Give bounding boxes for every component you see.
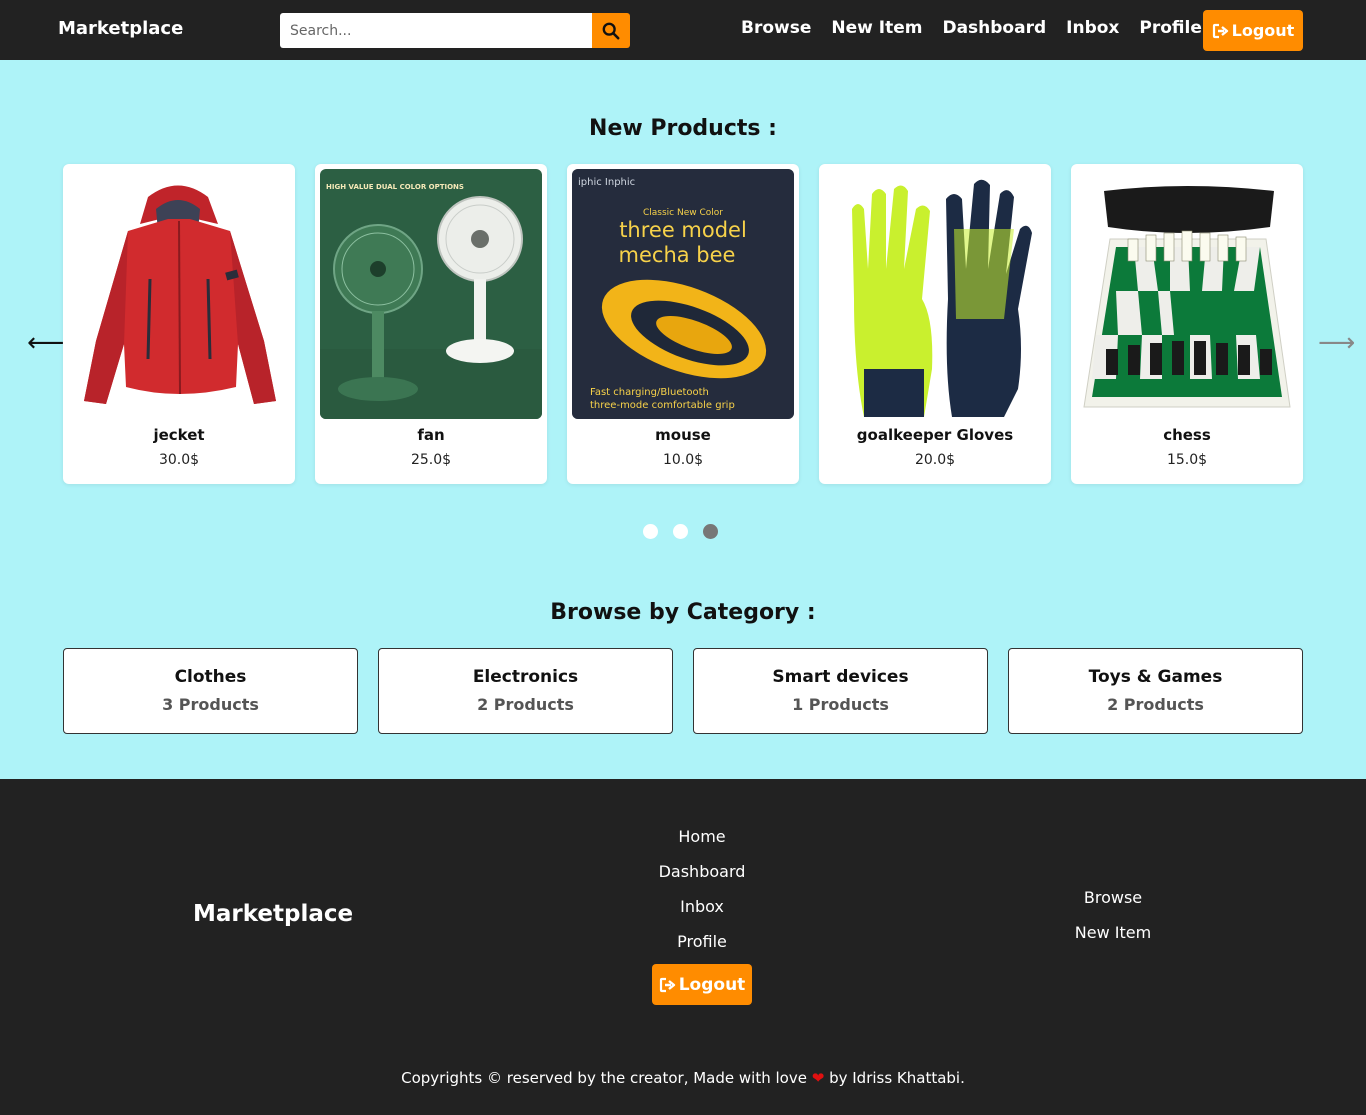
product-name: chess (1163, 426, 1211, 444)
mouse-image-tagline: Classic New Color (643, 208, 723, 218)
search-button[interactable] (592, 13, 630, 48)
category-card-smart-devices[interactable]: Smart devices 1 Products (693, 648, 988, 734)
category-card-toys-games[interactable]: Toys & Games 2 Products (1008, 648, 1303, 734)
search-bar (280, 13, 630, 48)
carousel-next-arrow-icon[interactable]: ⟶ (1318, 330, 1355, 356)
product-price: 30.0$ (158, 452, 200, 468)
product-price: 10.0$ (662, 452, 704, 468)
footer-logout-label: Logout (678, 974, 746, 995)
category-count: 1 Products (792, 695, 889, 714)
copyright-before: Copyrights © reserved by the creator, Ma… (401, 1069, 807, 1087)
product-card[interactable]: jecket 30.0$ (63, 164, 295, 484)
footer: Marketplace Home Dashboard Inbox Profile… (0, 779, 1366, 1115)
nav-link-inbox[interactable]: Inbox (1066, 18, 1119, 38)
nav-link-profile[interactable]: Profile (1139, 18, 1201, 38)
footer-link-browse[interactable]: Browse (1013, 888, 1213, 923)
category-name: Smart devices (772, 667, 909, 687)
nav-link-browse[interactable]: Browse (741, 18, 811, 38)
footer-links-primary: Home Dashboard Inbox Profile (602, 827, 802, 967)
category-card-clothes[interactable]: Clothes 3 Products (63, 648, 358, 734)
category-name: Toys & Games (1088, 667, 1223, 687)
navbar: Marketplace Browse New Item Dashboard In… (0, 0, 1366, 60)
footer-brand[interactable]: Marketplace (193, 901, 353, 927)
category-card-electronics[interactable]: Electronics 2 Products (378, 648, 673, 734)
logout-button[interactable]: Logout (1203, 10, 1303, 51)
fan-image-caption: HIGH VALUE DUAL COLOR OPTIONS (326, 183, 464, 191)
sign-out-icon (659, 977, 675, 992)
copyright-after: by Idriss Khattabi. (829, 1069, 965, 1087)
carousel-dot-3-active[interactable] (703, 524, 718, 539)
product-name: jecket (153, 426, 205, 444)
brand-logo[interactable]: Marketplace (58, 18, 183, 39)
carousel-dot-1[interactable] (643, 524, 658, 539)
nav-link-dashboard[interactable]: Dashboard (942, 18, 1046, 38)
mouse-image-brand: iphic Inphic (578, 177, 635, 188)
product-card[interactable]: HIGH VALUE DUAL COLOR OPTIONS fan 25.0$ (315, 164, 547, 484)
mouse-image-feature-2: three-mode comfortable grip (590, 400, 735, 411)
footer-link-inbox[interactable]: Inbox (602, 897, 802, 932)
new-products-title: New Products : (589, 116, 777, 141)
category-name: Electronics (472, 667, 579, 687)
nav-link-new-item[interactable]: New Item (831, 18, 922, 38)
footer-link-dashboard[interactable]: Dashboard (602, 862, 802, 897)
categories-title: Browse by Category : (550, 600, 816, 625)
product-card[interactable]: iphic Inphic Classic New Color three mod… (567, 164, 799, 484)
product-name: mouse (655, 426, 711, 444)
mouse-image-headline-1: three model (619, 218, 747, 242)
footer-link-profile[interactable]: Profile (602, 932, 802, 967)
product-image-chess[interactable] (1076, 169, 1298, 419)
product-image-fan[interactable]: HIGH VALUE DUAL COLOR OPTIONS (320, 169, 542, 419)
carousel-dot-2[interactable] (673, 524, 688, 539)
sign-out-icon (1212, 23, 1228, 38)
heart-icon: ❤ (811, 1069, 825, 1087)
footer-logout-button[interactable]: Logout (652, 964, 752, 1005)
product-image-mouse[interactable]: iphic Inphic Classic New Color three mod… (572, 169, 794, 419)
footer-links-secondary: Browse New Item (1013, 888, 1213, 958)
footer-link-home[interactable]: Home (602, 827, 802, 862)
product-price: 20.0$ (914, 452, 956, 468)
carousel-prev-arrow-icon[interactable]: ⟵ (27, 330, 64, 356)
search-input[interactable] (280, 13, 592, 48)
copyright-text: Copyrights © reserved by the creator, Ma… (0, 1069, 1366, 1087)
category-count: 3 Products (162, 695, 259, 714)
footer-link-new-item[interactable]: New Item (1013, 923, 1213, 958)
logout-label: Logout (1231, 21, 1295, 40)
product-card[interactable]: goalkeeper Gloves 20.0$ (819, 164, 1051, 484)
category-name: Clothes (174, 667, 247, 687)
product-price: 15.0$ (1166, 452, 1208, 468)
product-image-jacket[interactable] (68, 169, 290, 419)
mouse-image-feature-1: Fast charging/Bluetooth (590, 387, 709, 398)
category-count: 2 Products (1107, 695, 1204, 714)
product-price: 25.0$ (410, 452, 452, 468)
product-image-gloves[interactable] (824, 169, 1046, 419)
mouse-image-headline-2: mecha bee (619, 243, 736, 267)
category-count: 2 Products (477, 695, 574, 714)
product-card[interactable]: chess 15.0$ (1071, 164, 1303, 484)
product-name: goalkeeper Gloves (856, 426, 1014, 444)
nav-links: Browse New Item Dashboard Inbox Profile (741, 18, 1202, 38)
product-name: fan (417, 426, 445, 444)
search-icon (602, 22, 620, 39)
